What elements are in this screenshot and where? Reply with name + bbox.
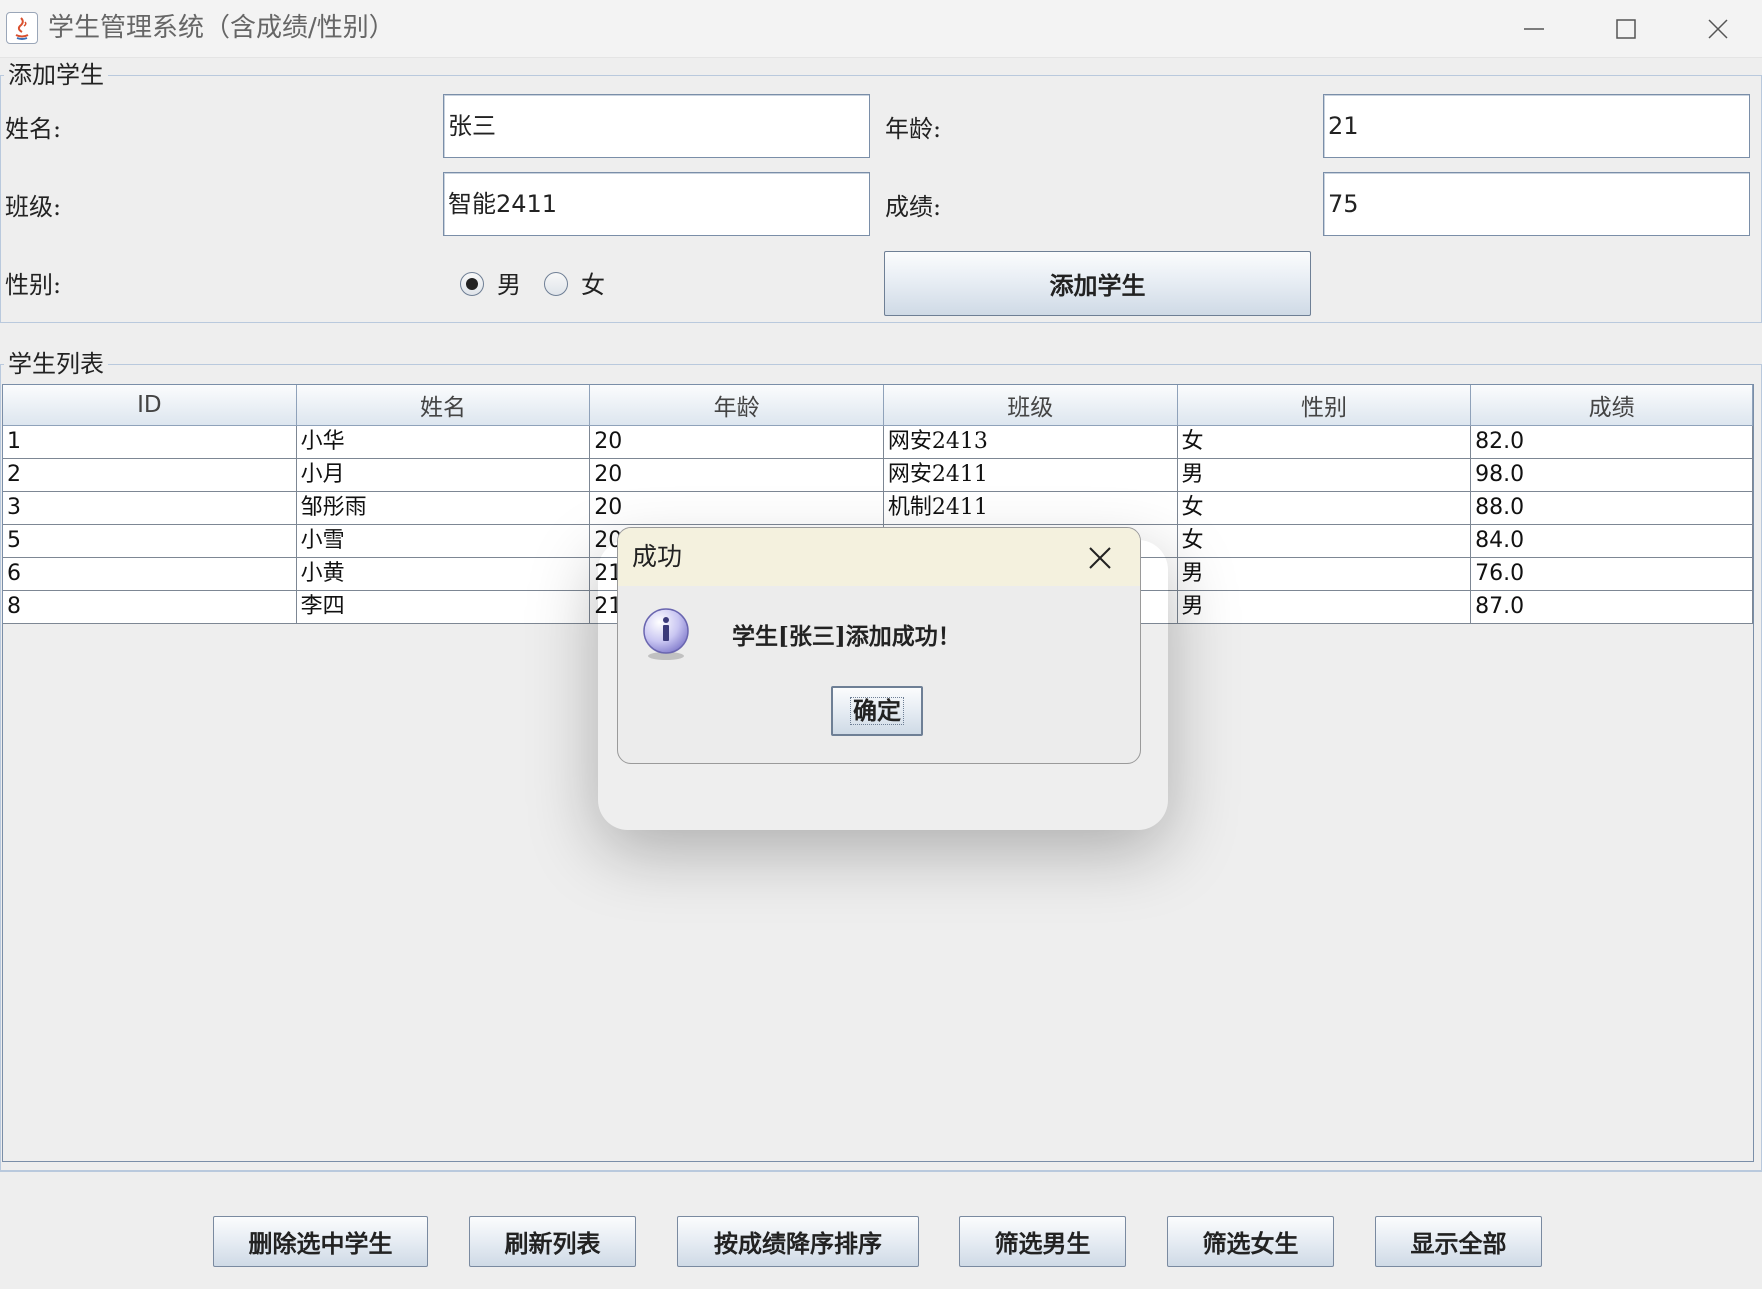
divider — [0, 1170, 1762, 1171]
table-cell: 网安2411 — [883, 459, 1178, 492]
table-cell: 5 — [3, 525, 297, 558]
name-field[interactable]: 张三 — [443, 94, 870, 158]
gender-male-label[interactable]: 男 — [497, 268, 521, 302]
class-field[interactable]: 智能2411 — [443, 172, 870, 236]
table-cell: 20 — [590, 426, 884, 459]
column-header[interactable]: 年龄 — [590, 385, 884, 426]
score-field[interactable]: 75 — [1323, 172, 1750, 236]
table-cell: 小月 — [296, 459, 591, 492]
table-cell: 男 — [1177, 558, 1472, 591]
dialog-title-bar: 成功 — [618, 528, 1140, 586]
filter-female-button[interactable]: 筛选女生 — [1167, 1216, 1334, 1267]
close-icon — [1708, 19, 1728, 39]
column-header[interactable]: 班级 — [883, 385, 1178, 426]
table-cell: 3 — [3, 492, 297, 525]
delete-selected-button[interactable]: 删除选中学生 — [213, 1216, 428, 1267]
table-cell: 小华 — [296, 426, 591, 459]
student-list-panel-title: 学生列表 — [4, 349, 108, 379]
table-cell: 6 — [3, 558, 297, 591]
table-cell: 男 — [1177, 459, 1472, 492]
table-cell: 20 — [590, 492, 884, 525]
table-cell: 20 — [590, 459, 884, 492]
show-all-button[interactable]: 显示全部 — [1375, 1216, 1542, 1267]
gender-male-radio[interactable] — [460, 272, 484, 296]
java-app-icon — [6, 12, 38, 44]
table-row[interactable]: 1 小华 20 网安2413 女 82.0 — [3, 426, 1753, 459]
name-label: 姓名: — [5, 115, 62, 143]
dialog-close-button[interactable] — [1080, 538, 1120, 578]
table-cell: 机制2411 — [883, 492, 1178, 525]
score-label: 成绩: — [885, 193, 942, 221]
column-header[interactable]: ID — [3, 385, 297, 426]
sort-by-score-button[interactable]: 按成绩降序排序 — [677, 1216, 919, 1267]
table-cell: 88.0 — [1471, 492, 1753, 525]
info-icon — [640, 606, 692, 662]
table-cell: 李四 — [296, 591, 591, 624]
table-cell: 小雪 — [296, 525, 591, 558]
ok-button-label: 确定 — [850, 697, 904, 725]
add-student-button[interactable]: 添加学生 — [884, 251, 1311, 316]
table-header: ID 姓名 年龄 班级 性别 成绩 — [3, 385, 1753, 426]
table-cell: 邹彤雨 — [296, 492, 591, 525]
ok-button[interactable]: 确定 — [831, 686, 923, 736]
window-title: 学生管理系统（含成绩/性别） — [48, 13, 395, 43]
dialog-title: 成功 — [632, 542, 683, 571]
age-label: 年龄: — [885, 115, 942, 143]
table-cell: 8 — [3, 591, 297, 624]
table-cell: 84.0 — [1471, 525, 1753, 558]
table-cell: 82.0 — [1471, 426, 1753, 459]
title-bar: 学生管理系统（含成绩/性别） — [0, 0, 1762, 58]
dialog-message: 学生[张三]添加成功！ — [732, 623, 961, 650]
maximize-button[interactable] — [1580, 0, 1672, 58]
table-cell: 女 — [1177, 426, 1472, 459]
close-window-button[interactable] — [1672, 0, 1762, 58]
table-cell: 网安2413 — [883, 426, 1178, 459]
table-cell: 女 — [1177, 525, 1472, 558]
minimize-icon — [1524, 28, 1544, 30]
table-cell: 2 — [3, 459, 297, 492]
add-student-panel-title: 添加学生 — [4, 60, 108, 90]
table-cell: 男 — [1177, 591, 1472, 624]
table-cell: 87.0 — [1471, 591, 1753, 624]
gender-female-radio[interactable] — [544, 272, 568, 296]
maximize-icon — [1616, 19, 1636, 39]
gender-label: 性别: — [5, 271, 62, 299]
column-header[interactable]: 姓名 — [296, 385, 591, 426]
table-cell: 小黄 — [296, 558, 591, 591]
close-icon — [1089, 547, 1111, 569]
column-header[interactable]: 性别 — [1177, 385, 1472, 426]
refresh-list-button[interactable]: 刷新列表 — [469, 1216, 636, 1267]
table-cell: 1 — [3, 426, 297, 459]
success-dialog: 成功 学生[张三]添加成功！ 确定 — [617, 527, 1141, 764]
table-cell: 98.0 — [1471, 459, 1753, 492]
age-field[interactable]: 21 — [1323, 94, 1750, 158]
table-cell: 女 — [1177, 492, 1472, 525]
gender-female-label[interactable]: 女 — [581, 268, 605, 302]
table-row[interactable]: 3 邹彤雨 20 机制2411 女 88.0 — [3, 492, 1753, 525]
filter-male-button[interactable]: 筛选男生 — [959, 1216, 1126, 1267]
table-cell: 76.0 — [1471, 558, 1753, 591]
class-label: 班级: — [5, 193, 62, 221]
column-header[interactable]: 成绩 — [1471, 385, 1753, 426]
minimize-button[interactable] — [1488, 0, 1580, 58]
table-row[interactable]: 2 小月 20 网安2411 男 98.0 — [3, 459, 1753, 492]
